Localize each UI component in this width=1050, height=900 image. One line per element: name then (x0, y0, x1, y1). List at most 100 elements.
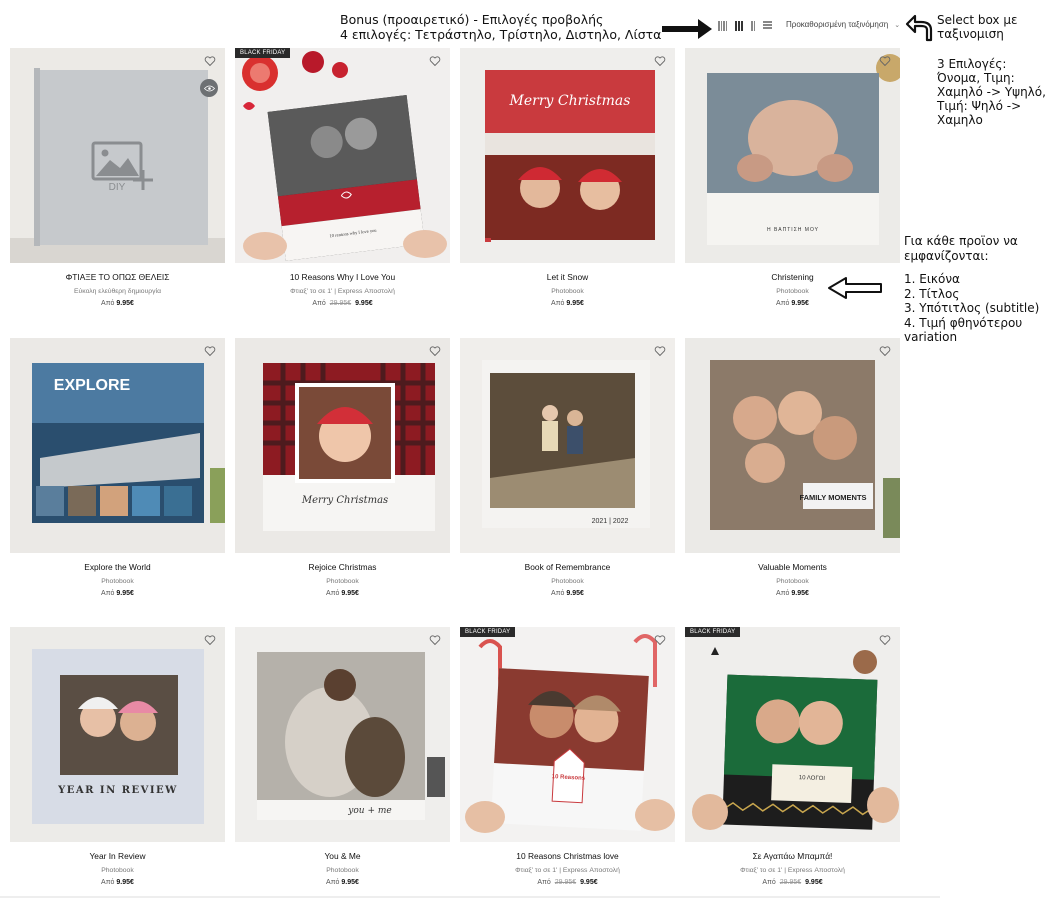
heart-icon[interactable] (429, 634, 441, 646)
price-value: 9.95€ (341, 879, 359, 886)
chevron-down-icon: ⌄ (894, 22, 901, 29)
price-prefix: Από (537, 879, 551, 886)
product-card[interactable]: 10 Reasons BLACK FRIDAY 10 Reasons Chris… (460, 627, 675, 886)
price-value: 9.95€ (116, 590, 134, 597)
heart-icon[interactable] (879, 634, 891, 646)
price-prefix: Από (326, 590, 340, 597)
sort-select-annotation: Select box με ταξινομιση (937, 13, 1017, 41)
heart-icon[interactable] (429, 55, 441, 67)
product-image[interactable]: 10 Reasons BLACK FRIDAY (460, 627, 675, 842)
product-title[interactable]: Book of Remembrance (460, 562, 675, 572)
heart-icon[interactable] (654, 55, 666, 67)
product-price: Από 29.95€ 9.95€ (235, 300, 450, 307)
product-title[interactable]: Christening (685, 272, 900, 282)
product-image[interactable]: Merry Christmas (235, 338, 450, 553)
eye-icon[interactable] (200, 79, 218, 97)
sort-options-note-line: Όνομα, Τιμη: (937, 71, 1015, 85)
price-value: 9.95€ (566, 300, 584, 307)
product-price: Από 9.95€ (235, 879, 450, 886)
product-cover-text: FAMILY MOMENTS (799, 493, 866, 502)
product-price: Από 29.95€ 9.95€ (460, 879, 675, 886)
product-price: Από 9.95€ (10, 300, 225, 307)
product-badge: BLACK FRIDAY (685, 627, 741, 637)
product-title[interactable]: Explore the World (10, 562, 225, 572)
annotation-line-1: Bonus (προαιρετικό) - Επιλογές προβολής (340, 12, 604, 27)
product-title[interactable]: ΦΤΙΑΞΕ ΤΟ ΟΠΩΣ ΘΕΛΕΙΣ (10, 272, 225, 282)
product-price: Από 9.95€ (685, 300, 900, 307)
product-image[interactable]: Merry Christmas (460, 48, 675, 263)
product-title[interactable]: You & Me (235, 851, 450, 861)
price-old: 29.95€ (779, 879, 802, 886)
select-note-line-1: Select box με (937, 13, 1018, 27)
product-card[interactable]: 2021 | 2022 Book of Remembrance Photoboo… (460, 338, 675, 597)
product-image[interactable]: 2021 | 2022 (460, 338, 675, 553)
price-prefix: Από (101, 590, 115, 597)
product-title[interactable]: Let it Snow (460, 272, 675, 282)
product-cover-text: Merry Christmas (509, 93, 631, 109)
view-switcher (718, 21, 772, 31)
product-note-item: 4. Τιμή φθηνότερου (904, 315, 1023, 330)
product-note-heading: Για κάθε προϊον να (904, 234, 1018, 248)
product-subtitle: Photobook (551, 578, 584, 585)
product-subtitle: Photobook (101, 867, 134, 874)
select-note-line-2: ταξινομιση (937, 27, 1004, 41)
price-old: 29.95€ (329, 300, 352, 307)
curved-arrow-icon (905, 14, 933, 42)
price-prefix: Από (776, 590, 790, 597)
product-card[interactable]: FAMILY MOMENTS Valuable Moments Photoboo… (685, 338, 900, 597)
product-image[interactable]: Η ΒΑΠΤΙΣΗ ΜΟΥ (685, 48, 900, 263)
product-cover-text: DIY (109, 182, 126, 193)
product-card[interactable]: EXPLORE Explore the World Photobook Από … (10, 338, 225, 597)
product-card[interactable]: you + me You & Me Photobook Από 9.95€ (235, 627, 450, 886)
product-card[interactable]: DIY ΦΤΙΑΞΕ ΤΟ ΟΠΩΣ ΘΕΛΕΙΣ Εύκολη ελεύθερ… (10, 48, 225, 307)
product-card[interactable]: 10 ΛΟΓΟΙ BLACK FRIDAY Σε Αγαπάω Μπαμπά! … (685, 627, 900, 886)
product-card[interactable]: Η ΒΑΠΤΙΣΗ ΜΟΥ Christening Photobook Από … (685, 48, 900, 307)
product-badge: BLACK FRIDAY (235, 48, 291, 58)
product-subtitle: Photobook (101, 578, 134, 585)
view-list-icon[interactable] (763, 21, 772, 31)
heart-icon[interactable] (204, 345, 216, 357)
product-note-item: 1. Εικόνα (904, 272, 960, 286)
product-card[interactable]: 10 reasons why I love you BLACK FRIDAY 1… (235, 48, 450, 307)
view-four-columns-icon[interactable] (718, 21, 727, 31)
view-two-columns-icon[interactable] (751, 21, 755, 31)
price-old: 29.95€ (554, 879, 577, 886)
product-image[interactable]: DIY (10, 48, 225, 263)
product-note-item: variation (904, 330, 958, 344)
heart-icon[interactable] (654, 345, 666, 357)
view-three-columns-icon[interactable] (735, 21, 743, 31)
price-value: 9.95€ (805, 879, 823, 886)
heart-icon[interactable] (654, 634, 666, 646)
product-cover-text: Merry Christmas (301, 495, 388, 506)
product-image[interactable]: YEAR IN REVIEW (10, 627, 225, 842)
heart-icon[interactable] (204, 55, 216, 67)
product-title[interactable]: Year In Review (10, 851, 225, 861)
product-image[interactable]: 10 ΛΟΓΟΙ BLACK FRIDAY (685, 627, 900, 842)
heart-icon[interactable] (429, 345, 441, 357)
sort-select[interactable]: Προκαθορισμένη ταξινόμηση ⌄ (786, 20, 900, 29)
heart-icon[interactable] (879, 345, 891, 357)
product-subtitle: Φτιαξ' το σε 1' | Express Αποστολή (740, 867, 845, 874)
product-title[interactable]: 10 Reasons Christmas love (460, 851, 675, 861)
product-card[interactable]: Merry Christmas Let it Snow Photobook Απ… (460, 48, 675, 307)
view-options-annotation: Bonus (προαιρετικό) - Επιλογές προβολής … (340, 12, 661, 42)
product-title[interactable]: Valuable Moments (685, 562, 900, 572)
product-cover-text: you + me (347, 806, 391, 816)
product-cover-text: EXPLORE (54, 377, 131, 394)
heart-icon[interactable] (879, 55, 891, 67)
product-card[interactable]: Merry Christmas Rejoice Christmas Photob… (235, 338, 450, 597)
price-value: 9.95€ (341, 590, 359, 597)
product-image[interactable]: FAMILY MOMENTS (685, 338, 900, 553)
heart-icon[interactable] (204, 634, 216, 646)
product-title[interactable]: Σε Αγαπάω Μπαμπά! (685, 851, 900, 861)
product-image[interactable]: 10 reasons why I love you BLACK FRIDAY (235, 48, 450, 263)
product-title[interactable]: 10 Reasons Why I Love You (235, 272, 450, 282)
price-value: 9.95€ (791, 300, 809, 307)
product-image[interactable]: you + me (235, 627, 450, 842)
product-title[interactable]: Rejoice Christmas (235, 562, 450, 572)
price-value: 9.95€ (791, 590, 809, 597)
price-value: 9.95€ (116, 300, 134, 307)
product-price: Από 9.95€ (10, 879, 225, 886)
product-image[interactable]: EXPLORE (10, 338, 225, 553)
product-card[interactable]: YEAR IN REVIEW Year In Review Photobook … (10, 627, 225, 886)
